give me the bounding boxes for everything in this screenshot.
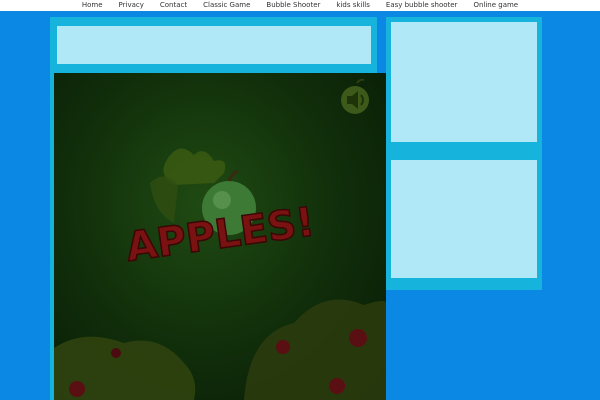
sound-toggle-button[interactable] (341, 78, 369, 114)
sidebar-ad-top (391, 22, 537, 142)
game-canvas[interactable]: APPLES! (54, 73, 386, 400)
nav-bubble-shooter[interactable]: Bubble Shooter (258, 0, 328, 11)
berry (349, 329, 367, 347)
berry (329, 378, 345, 394)
leaf-splash-left (150, 176, 178, 223)
top-navigation: Home Privacy Contact Classic Game Bubble… (0, 0, 600, 11)
nav-contact[interactable]: Contact (152, 0, 195, 11)
game-scene: APPLES! (54, 78, 386, 400)
nav-kids-skills[interactable]: kids skills (328, 0, 378, 11)
berry (69, 381, 85, 397)
nav-easy-bubble-shooter[interactable]: Easy bubble shooter (378, 0, 466, 11)
sidebar-ad-bottom (391, 160, 537, 278)
berry (276, 340, 290, 354)
bush-right (244, 299, 386, 400)
nav-privacy[interactable]: Privacy (111, 0, 152, 11)
nav-home[interactable]: Home (74, 0, 111, 11)
nav-classic-game[interactable]: Classic Game (195, 0, 258, 11)
berry (111, 348, 121, 358)
leaf-splash (163, 148, 226, 185)
nav-online-game[interactable]: Online game (465, 0, 526, 11)
top-banner-ad (57, 26, 371, 64)
